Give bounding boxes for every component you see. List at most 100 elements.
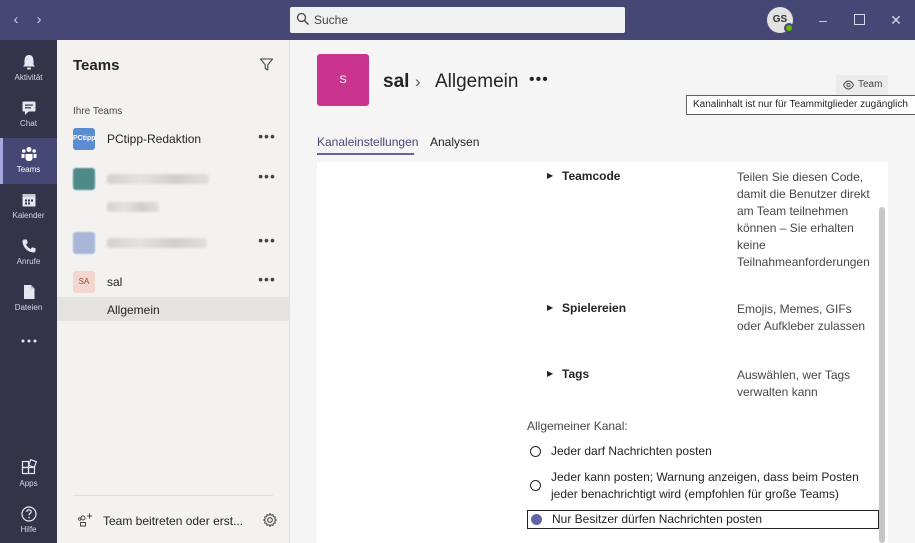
- setting-title: Spielereien: [562, 301, 627, 315]
- rail-label: Aktivität: [14, 73, 43, 82]
- radio-button[interactable]: [530, 446, 541, 457]
- radio-option-everyone-posts[interactable]: Jeder darf Nachrichten posten: [527, 443, 879, 463]
- radio-label: Jeder kann posten; Warnung anzeigen, das…: [551, 470, 859, 501]
- blurred-team-name: [107, 174, 209, 184]
- more-options-icon[interactable]: •••: [257, 168, 277, 188]
- privacy-badge-label: Team: [858, 79, 883, 90]
- more-options-icon[interactable]: •••: [257, 271, 277, 291]
- breadcrumb-channel: Allgemein: [435, 71, 519, 92]
- presence-status-icon: [784, 23, 794, 33]
- rail-label: Chat: [20, 119, 37, 128]
- gear-icon[interactable]: [262, 512, 278, 528]
- expand-caret-icon[interactable]: ▶: [547, 369, 553, 378]
- channel-item-allgemein[interactable]: Allgemein: [57, 297, 290, 321]
- rail-item-calls[interactable]: Anrufe: [0, 230, 57, 276]
- team-tile: [73, 232, 95, 254]
- section-label-your-teams: Ihre Teams: [73, 106, 123, 117]
- phone-icon: [22, 239, 35, 253]
- channel-name: Allgemein: [107, 303, 160, 317]
- help-icon: [20, 506, 37, 522]
- radio-label: Jeder darf Nachrichten posten: [551, 444, 712, 458]
- setting-description: Teilen Sie diesen Code, damit die Benutz…: [737, 170, 870, 269]
- rail-label: Kalender: [12, 211, 45, 220]
- setting-fun-stuff[interactable]: ▶ Spielereien Emojis, Memes, GIFs oder A…: [317, 301, 888, 341]
- blurred-channel-name: [107, 202, 159, 212]
- scrollbar[interactable]: [879, 207, 885, 543]
- more-options-icon[interactable]: •••: [257, 128, 277, 148]
- setting-title: Tags: [562, 367, 590, 381]
- more-options-icon[interactable]: •••: [257, 232, 277, 252]
- app-rail: Aktivität Chat Teams Kalender Anrufe Dat…: [0, 40, 57, 543]
- join-team-label: Team beitreten oder erst...: [103, 514, 244, 528]
- search-icon: [296, 12, 309, 25]
- setting-description: Auswählen, wer Tags verwalten kann: [737, 368, 851, 399]
- blurred-team-name: [107, 238, 207, 248]
- minimize-icon[interactable]: –: [811, 8, 835, 32]
- radio-button-selected[interactable]: [531, 514, 542, 525]
- teams-icon: [21, 147, 36, 161]
- team-name: PCtipp-Redaktion: [107, 132, 202, 146]
- tab-analytics[interactable]: Analysen: [430, 135, 479, 149]
- setting-tags[interactable]: ▶ Tags Auswählen, wer Tags verwalten kan…: [317, 367, 888, 407]
- team-name: sal: [107, 275, 123, 289]
- setting-description: Emojis, Memes, GIFs oder Aufkleber zulas…: [737, 302, 866, 333]
- rail-item-help[interactable]: Hilfe: [0, 498, 57, 543]
- setting-team-code[interactable]: ▶ Teamcode Teilen Sie diesen Code, damit…: [317, 169, 888, 279]
- bell-icon: [22, 55, 35, 70]
- radio-option-owners-only[interactable]: Nur Besitzer dürfen Nachrichten posten: [527, 510, 879, 529]
- rail-item-teams[interactable]: Teams: [0, 138, 57, 184]
- radio-label: Nur Besitzer dürfen Nachrichten posten: [552, 512, 763, 526]
- more-apps-button[interactable]: [0, 330, 57, 356]
- main-content: S sal › Allgemein ••• Team Kanalinhalt i…: [291, 40, 915, 543]
- close-icon[interactable]: ✕: [884, 8, 908, 32]
- filter-icon[interactable]: [259, 57, 274, 72]
- active-tab-indicator: [317, 153, 414, 155]
- search-input[interactable]: [314, 10, 614, 30]
- team-item-sal[interactable]: SA sal •••: [57, 265, 290, 299]
- team-item-blurred[interactable]: •••: [57, 226, 290, 260]
- rail-item-chat[interactable]: Chat: [0, 92, 57, 138]
- rail-item-activity[interactable]: Aktivität: [0, 46, 57, 92]
- teams-panel: Teams Ihre Teams PCtipp PCtipp-Redaktion…: [57, 40, 290, 543]
- maximize-icon[interactable]: [847, 8, 871, 32]
- team-item-pctipp[interactable]: PCtipp PCtipp-Redaktion •••: [57, 122, 290, 156]
- rail-label: Dateien: [14, 303, 43, 312]
- radio-option-everyone-posts-warning[interactable]: Jeder kann posten; Warnung anzeigen, das…: [527, 469, 879, 505]
- team-tile: PCtipp: [73, 128, 96, 150]
- channel-avatar: S: [317, 54, 369, 106]
- breadcrumb-team[interactable]: sal: [383, 71, 409, 93]
- channel-more-options-icon[interactable]: •••: [529, 71, 549, 89]
- more-horizontal-icon: [21, 339, 36, 343]
- rail-label: Teams: [16, 165, 41, 174]
- general-channel-label: Allgemeiner Kanal:: [527, 419, 628, 433]
- apps-icon: [21, 459, 37, 475]
- rail-label: Apps: [19, 479, 38, 488]
- rail-item-apps[interactable]: Apps: [0, 452, 57, 498]
- expand-caret-icon[interactable]: ▶: [547, 303, 553, 312]
- rail-label: Hilfe: [20, 525, 37, 534]
- tooltip: Kanalinhalt ist nur für Teammitglieder z…: [686, 95, 915, 115]
- team-tile: [73, 168, 95, 190]
- team-tile: SA: [73, 271, 95, 293]
- setting-title: Teamcode: [562, 169, 621, 183]
- expand-caret-icon[interactable]: ▶: [547, 171, 553, 180]
- chevron-right-icon: ›: [415, 72, 421, 91]
- rail-label: Anrufe: [16, 257, 41, 266]
- rail-item-calendar[interactable]: Kalender: [0, 184, 57, 230]
- rail-item-files[interactable]: Dateien: [0, 276, 57, 322]
- join-or-create-team-button[interactable]: Team beitreten oder erst...: [73, 510, 283, 532]
- back-arrow-icon[interactable]: ‹: [9, 12, 23, 28]
- privacy-badge[interactable]: Team: [836, 75, 888, 95]
- search-box[interactable]: [290, 7, 625, 33]
- calendar-icon: [22, 194, 35, 207]
- forward-arrow-icon[interactable]: ›: [32, 12, 46, 28]
- tab-channel-settings[interactable]: Kanaleinstellungen: [317, 135, 418, 149]
- radio-button[interactable]: [530, 480, 541, 491]
- settings-card: ▶ Teamcode Teilen Sie diesen Code, damit…: [317, 162, 888, 543]
- panel-title: Teams: [73, 57, 120, 74]
- team-item-blurred[interactable]: •••: [57, 162, 290, 214]
- divider: [73, 495, 273, 496]
- title-bar: ‹ › GS – ✕: [0, 0, 915, 40]
- join-team-icon: [77, 513, 92, 527]
- chat-icon: [22, 101, 35, 115]
